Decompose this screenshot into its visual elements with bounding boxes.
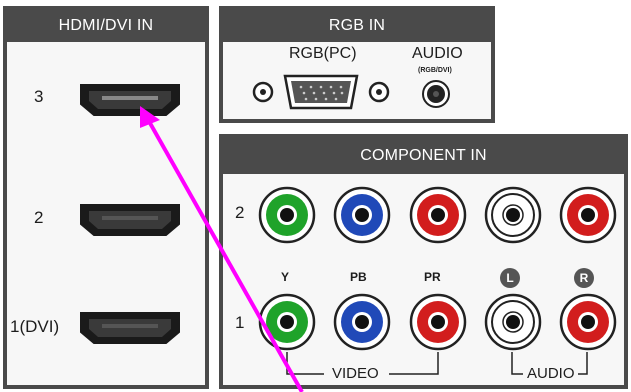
av-input-panel-diagram: { "hdmi_panel": { "title": "HDMI/DVI IN"… [0,0,631,392]
annotation-arrow [140,106,304,392]
